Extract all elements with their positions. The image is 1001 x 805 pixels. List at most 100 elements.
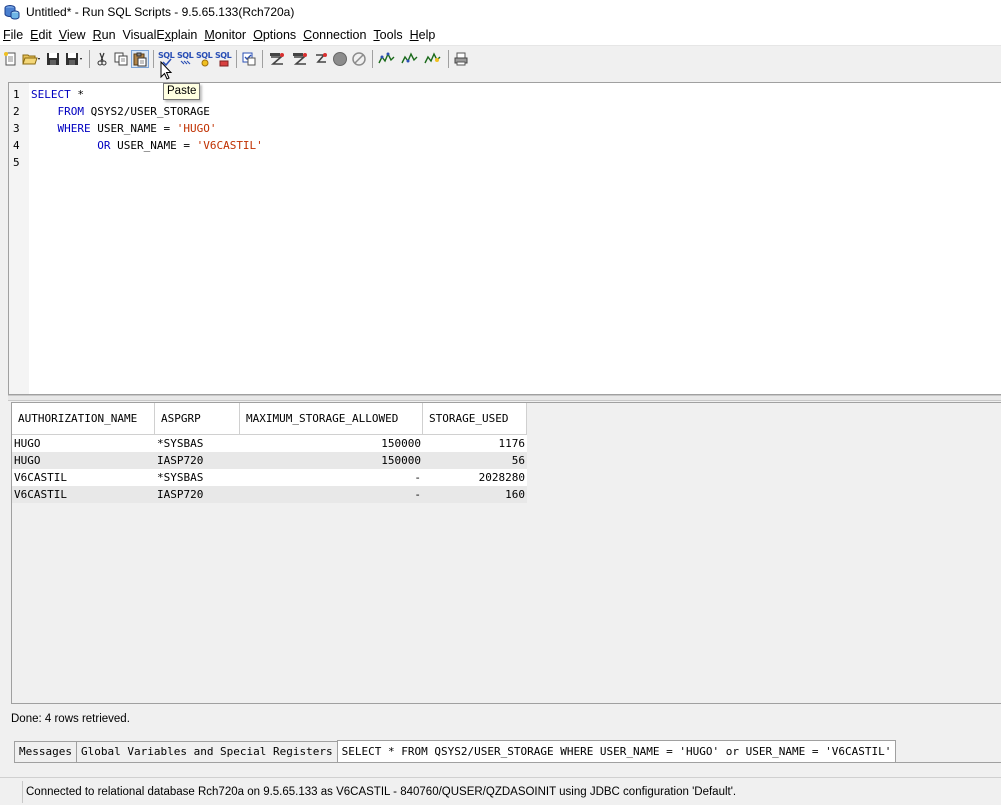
table-cell: HUGO [14, 454, 41, 467]
menu-item[interactable]: Options [252, 28, 300, 42]
menu-label-part: un [101, 27, 116, 42]
run-explain-icon [293, 53, 307, 65]
explain-only-button[interactable] [312, 50, 330, 68]
copy-icon [114, 52, 128, 66]
title-bar: Untitled* - Run SQL Scripts - 9.5.65.133… [0, 0, 1001, 24]
editor-results-splitter[interactable] [8, 395, 1001, 401]
menu-label-part: iew [66, 27, 86, 42]
table-cell: V6CASTIL [14, 471, 67, 484]
paste-button[interactable] [131, 50, 149, 68]
status-bar: Connected to relational database Rch720a… [0, 777, 1001, 805]
toolbar-separator [236, 50, 237, 68]
menu-mnemonic: O [253, 27, 263, 42]
scissors-icon [97, 52, 107, 66]
menu-item[interactable]: View [58, 28, 90, 42]
run-selected-button[interactable]: SQL [214, 50, 232, 68]
cancel-icon [352, 52, 366, 66]
table-cell: IASP720 [157, 488, 204, 501]
print-button[interactable] [452, 50, 470, 68]
table-row[interactable]: HUGO *SYSBAS 150000 1176 [12, 435, 527, 452]
new-script-button[interactable] [2, 50, 20, 68]
menu-mnemonic: C [303, 27, 313, 42]
table-row[interactable]: V6CASTIL IASP720 - 160 [12, 486, 527, 503]
menu-item[interactable]: Monitor [203, 28, 250, 42]
menu-mnemonic: E [30, 27, 39, 42]
menu-item[interactable]: File [2, 28, 27, 42]
code-text: WHERE USER_NAME = 'HUGO' [31, 120, 217, 137]
table-cell: - [414, 471, 421, 484]
explain-icon [270, 53, 284, 65]
run-from-selected-button[interactable]: SQL [195, 50, 213, 68]
menu-mnemonic: F [3, 27, 11, 42]
column-header[interactable]: STORAGE_USED [423, 403, 527, 435]
sql-text: USER_NAME = [90, 122, 177, 135]
monitor-stop-button[interactable] [422, 50, 444, 68]
toolbar-separator [448, 50, 449, 68]
save-as-button[interactable] [63, 50, 85, 68]
save-button[interactable] [44, 50, 62, 68]
menu-item[interactable]: Connection [302, 28, 370, 42]
menu-mnemonic: M [204, 27, 215, 42]
syntax-check-button[interactable] [240, 50, 258, 68]
floppy-disk-icon [47, 53, 59, 65]
menu-label-part: dit [38, 27, 52, 42]
cancel-request-button[interactable] [350, 50, 368, 68]
menu-item[interactable]: VisualExplain [122, 28, 202, 42]
explain-only-icon [316, 53, 327, 63]
table-row[interactable]: V6CASTIL *SYSBAS - 2028280 [12, 469, 527, 486]
code-text: OR USER_NAME = 'V6CASTIL' [31, 137, 263, 154]
tab-statement-result[interactable]: SELECT * FROM QSYS2/USER_STORAGE WHERE U… [336, 740, 897, 763]
code-text: SELECT * [31, 86, 84, 103]
syntax-check-icon [242, 52, 256, 66]
tab-global-variables[interactable]: Global Variables and Special Registers [75, 741, 338, 762]
menu-label-part: VisualE [122, 27, 165, 42]
menu-item[interactable]: Edit [29, 28, 56, 42]
sql-keyword: WHERE [57, 122, 91, 135]
tab-messages[interactable]: Messages [14, 741, 77, 762]
column-header[interactable]: ASPGRP [155, 403, 240, 435]
menu-item[interactable]: Tools [372, 28, 406, 42]
menu-mnemonic: R [92, 27, 102, 42]
copy-button[interactable] [112, 50, 130, 68]
sql-string: 'HUGO' [176, 122, 217, 135]
sql-run-all-icon: SQL [177, 51, 194, 67]
results-header-row: AUTHORIZATION_NAME ASPGRP MAXIMUM_STORAGE_… [12, 403, 527, 435]
toolbar-separator [89, 50, 90, 68]
sql-keyword: OR [97, 139, 111, 152]
monitor-button[interactable] [376, 50, 398, 68]
done-message: Done: 4 rows retrieved. [11, 713, 130, 725]
line-number: 1 [13, 88, 20, 101]
visual-explain-button[interactable] [266, 50, 288, 68]
monitor-stop-icon [424, 52, 441, 64]
table-cell: - [414, 488, 421, 501]
table-cell: 1176 [498, 437, 526, 450]
menu-item[interactable]: Run [92, 28, 120, 42]
bottom-tabs: Messages Global Variables and Special Re… [14, 740, 897, 763]
monitor-start-button[interactable] [399, 50, 421, 68]
column-header[interactable]: MAXIMUM_STORAGE_ALLOWED [240, 403, 423, 435]
table-cell: 150000 [381, 454, 421, 467]
table-row[interactable]: HUGO IASP720 150000 56 [12, 452, 527, 469]
monitor-icon [378, 52, 395, 64]
monitor-start-icon [401, 52, 418, 64]
open-button[interactable] [21, 50, 43, 68]
cut-button[interactable] [93, 50, 111, 68]
table-cell: 150000 [381, 437, 421, 450]
sql-editor[interactable]: 1 SELECT * 2 FROM QSYS2/USER_STORAGE 3 WHER… [8, 82, 1001, 395]
menu-label-part: ools [379, 27, 403, 42]
run-all-button[interactable]: SQL [176, 50, 194, 68]
line-number: 3 [13, 122, 20, 135]
mouse-pointer-icon [160, 61, 173, 80]
sql-string: 'V6CASTIL' [196, 139, 263, 152]
menu-label-part: plain [170, 27, 198, 42]
stop-button[interactable] [331, 50, 349, 68]
column-header[interactable]: AUTHORIZATION_NAME [12, 403, 155, 435]
run-and-explain-button[interactable] [289, 50, 311, 68]
menu-label-part: onnection [312, 27, 367, 42]
save-as-icon [66, 53, 82, 65]
sql-grid-icon: SQL [215, 51, 232, 67]
line-number: 4 [13, 139, 20, 152]
printer-icon [454, 52, 468, 66]
menu-item[interactable]: Help [409, 28, 440, 42]
